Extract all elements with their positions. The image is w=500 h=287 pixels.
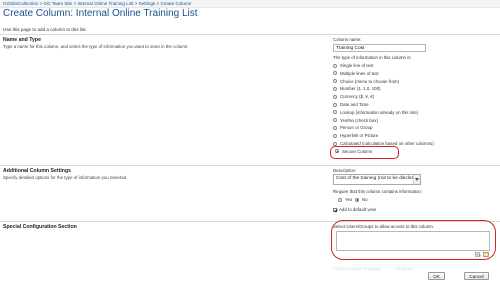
require-yes-label: Yes <box>345 197 353 202</box>
additional-settings-section-title: Additional Column Settings <box>3 168 72 174</box>
name-type-section-description: Type a name for this column, and select … <box>3 44 189 49</box>
column-type-option[interactable]: Choice (menu to choose from) <box>333 78 399 85</box>
column-type-label: Choice (menu to choose from) <box>340 78 400 84</box>
column-type-label: Yes/No (check box) <box>340 117 378 123</box>
scroll-arrow-icon[interactable] <box>413 175 420 184</box>
special-config-highlight <box>331 220 496 260</box>
column-type-option[interactable]: Yes/No (check box) <box>333 117 378 124</box>
column-type-option[interactable]: Multiple lines of text <box>333 70 379 77</box>
page-title: Create Column: Internal Online Training … <box>3 8 198 19</box>
column-type-radio[interactable] <box>333 125 337 130</box>
column-type-label: Lookup (information already on this site… <box>340 109 419 115</box>
require-yes-radio[interactable] <box>338 197 342 202</box>
column-type-label: Multiple lines of text <box>340 70 379 76</box>
column-type-radio[interactable] <box>333 133 337 138</box>
name-type-section-title: Name and Type <box>3 37 41 43</box>
column-type-option[interactable]: Hyperlink or Picture <box>333 132 378 139</box>
add-default-view-label: Add to default view <box>339 207 377 212</box>
cancel-button[interactable]: Cancel <box>464 272 489 280</box>
column-type-option[interactable]: Currency ($, ¥, €) <box>333 93 374 100</box>
column-type-radio[interactable] <box>333 141 337 146</box>
column-type-label: Date and Time <box>340 102 369 107</box>
column-type-radio[interactable] <box>333 102 337 107</box>
require-no-radio[interactable] <box>355 197 359 202</box>
description-label: Description: <box>333 168 357 173</box>
column-type-option[interactable]: Lookup (information already on this site… <box>333 109 418 116</box>
secure-column-highlight <box>330 146 399 159</box>
column-type-label: Number (1, 1.0, 100) <box>340 86 381 92</box>
column-name-input[interactable]: Training Cost <box>333 44 426 52</box>
add-default-view-checkbox[interactable] <box>333 207 337 212</box>
column-type-label: Person or Group <box>340 125 373 131</box>
column-type-label: Hyperlink or Picture <box>340 133 379 139</box>
column-name-label: Column name: <box>333 37 362 42</box>
column-type-option[interactable]: Number (1, 1.0, 100) <box>333 85 381 92</box>
footer-faded-text: Create Custom Flagging <box>333 266 381 271</box>
column-type-radio[interactable] <box>333 110 337 115</box>
ok-button[interactable]: OK <box>428 272 445 280</box>
column-type-radio[interactable] <box>333 63 337 68</box>
column-type-option[interactable]: Single line of text <box>333 62 373 69</box>
column-type-label: Currency ($, ¥, €) <box>340 94 375 100</box>
column-type-radio[interactable] <box>333 79 337 84</box>
add-default-view-option[interactable]: Add to default view <box>333 207 376 212</box>
column-type-radio[interactable] <box>333 71 337 76</box>
intro-text: Use this page to add a column to this li… <box>3 27 87 32</box>
column-type-option[interactable]: Date and Time <box>333 101 369 108</box>
column-type-label: Single line of text <box>340 63 374 68</box>
description-value: Cost of the training (not to be disclose… <box>336 176 421 181</box>
section-divider <box>0 34 500 35</box>
column-type-label: The type of information in this column i… <box>333 55 412 60</box>
column-type-radio[interactable] <box>333 94 337 99</box>
description-field[interactable]: Cost of the training (not to be disclose… <box>333 174 421 185</box>
section-divider <box>0 165 500 166</box>
breadcrumb[interactable]: GGSiteCollection > GG Team Site > Intern… <box>3 1 191 6</box>
column-type-radio[interactable] <box>333 86 337 91</box>
require-no-label: No <box>362 197 368 202</box>
require-label: Require that this column contains inform… <box>333 189 423 194</box>
footer-faded-text-2: Attributes <box>395 266 414 271</box>
column-type-option[interactable]: Person or Group <box>333 124 372 131</box>
require-yes-option[interactable]: Yes <box>338 196 352 203</box>
special-section-title: Special Configuration Section <box>3 224 77 230</box>
require-no-option[interactable]: No <box>355 196 368 203</box>
column-type-radio[interactable] <box>333 118 337 123</box>
additional-settings-section-description: Specify detailed options for the type of… <box>3 175 128 180</box>
